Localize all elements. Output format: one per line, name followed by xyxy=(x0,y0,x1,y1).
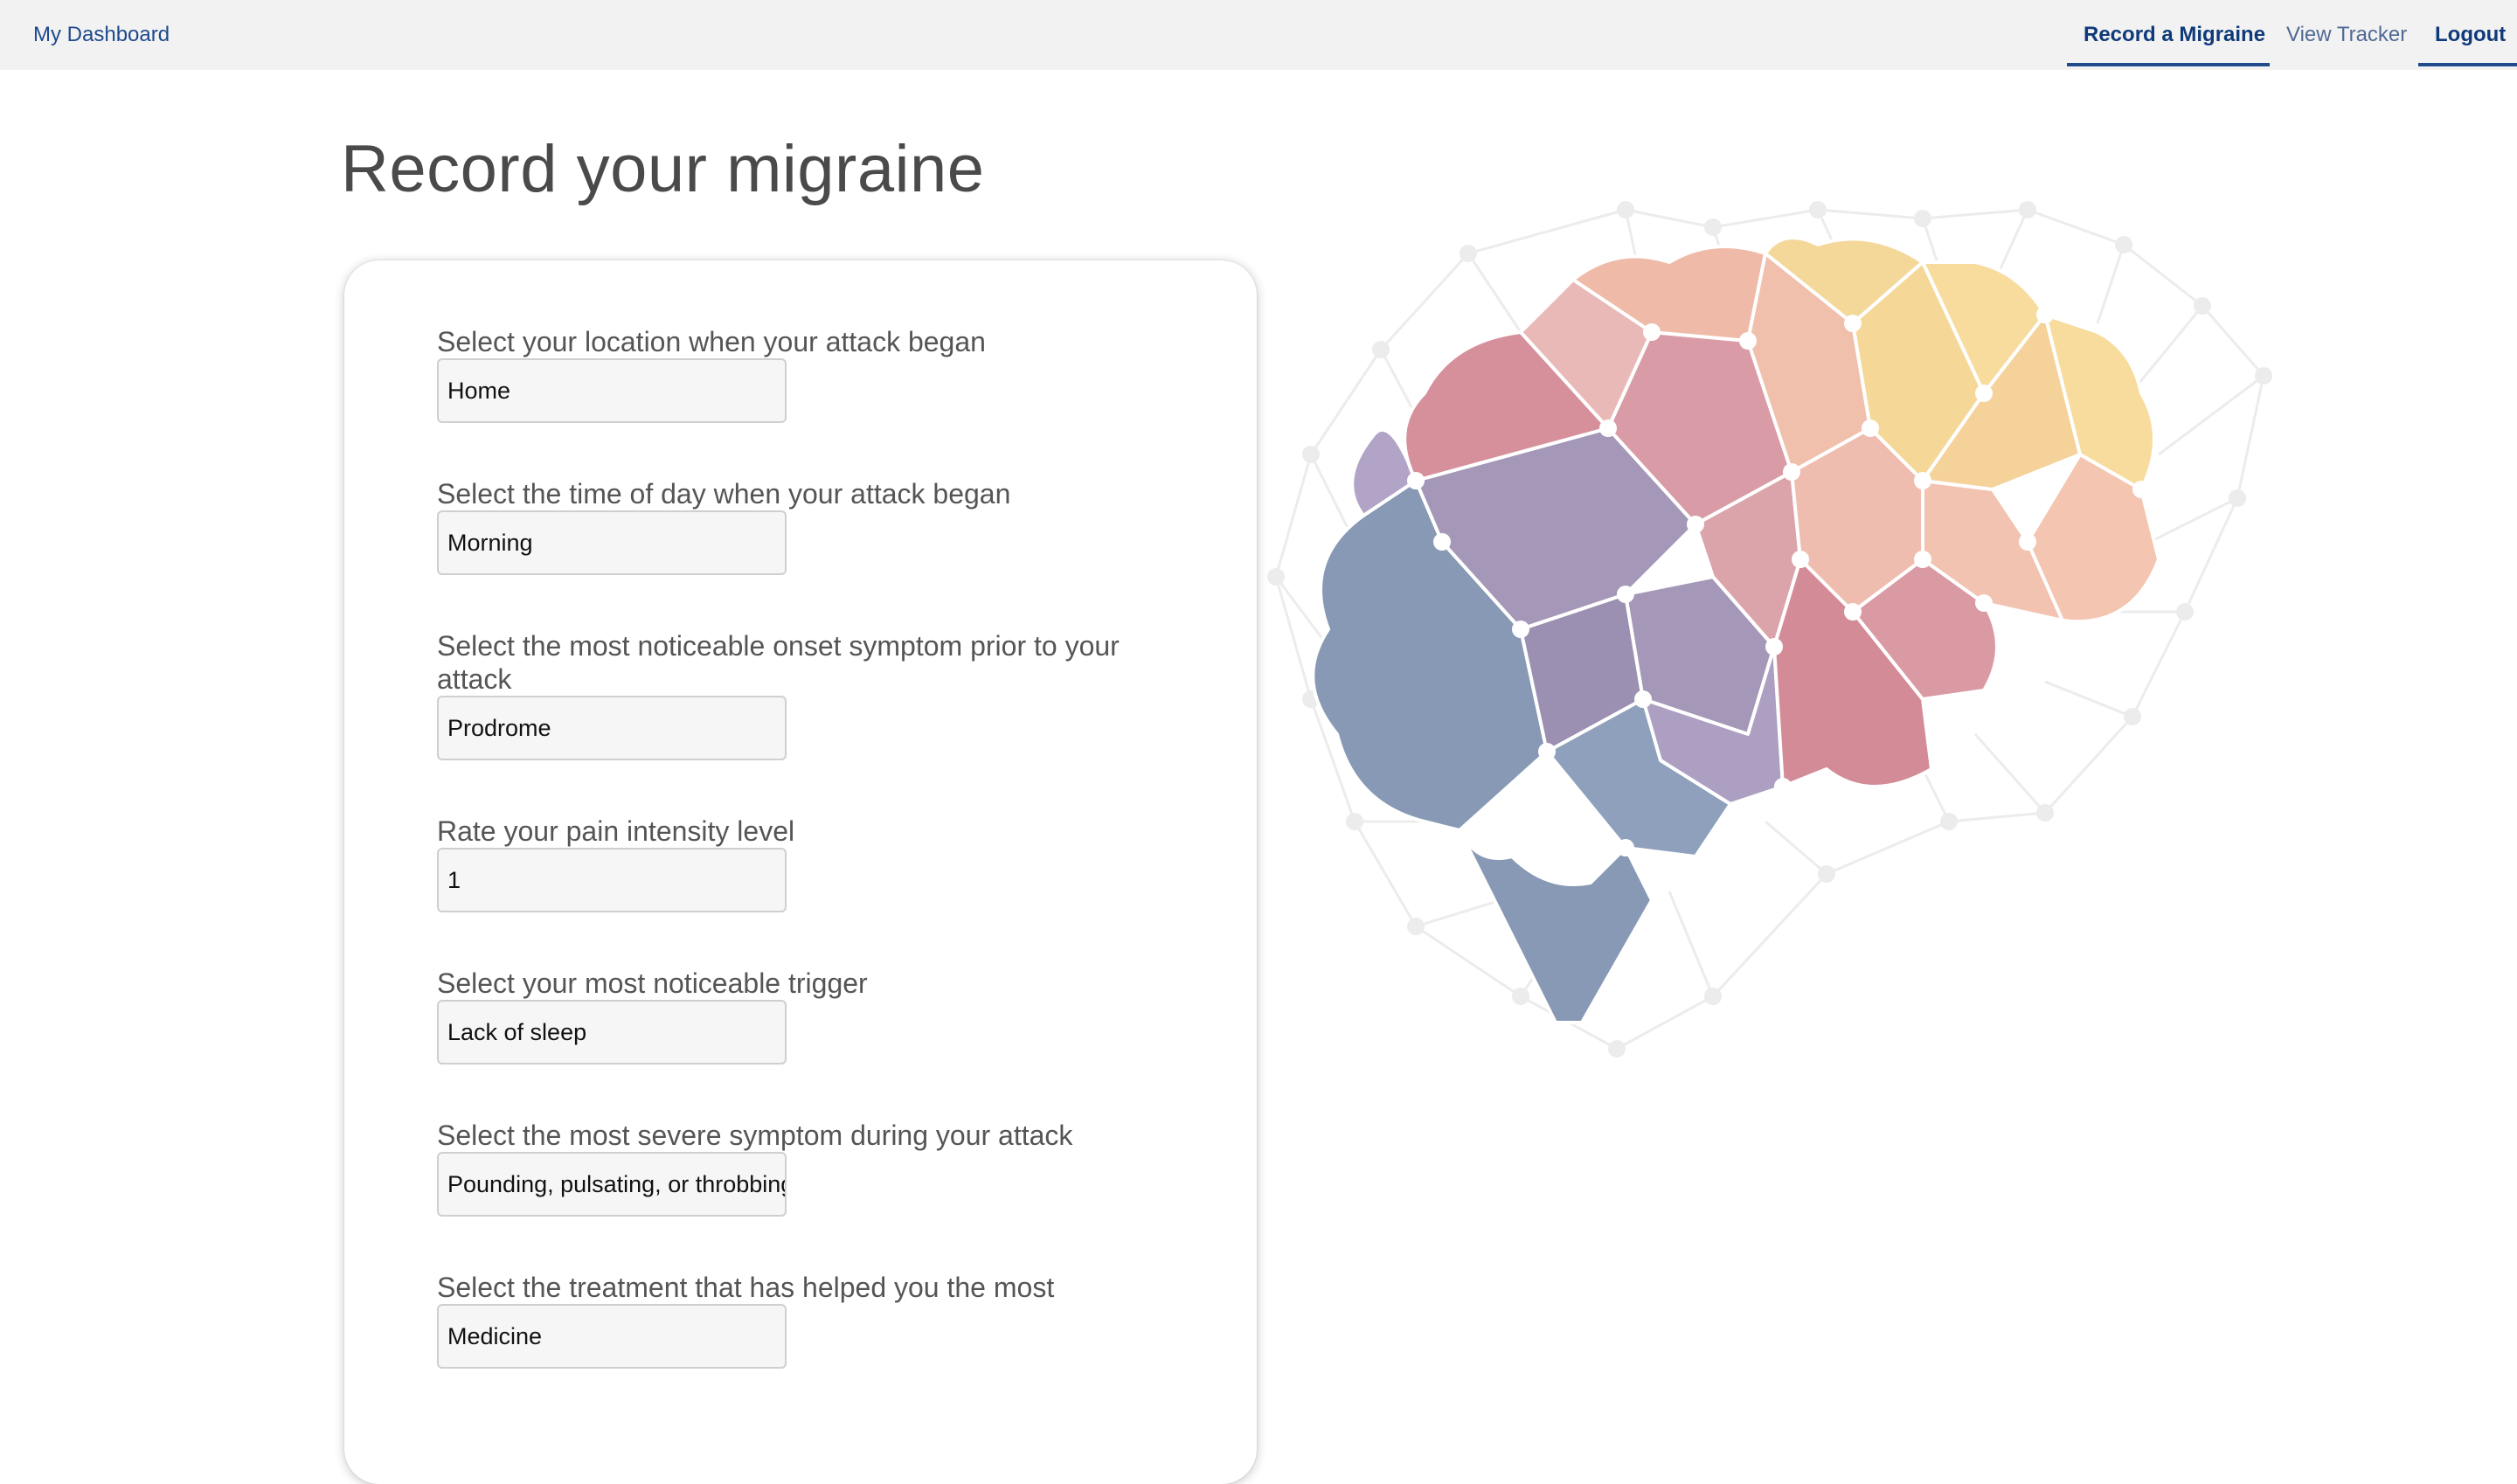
dashboard-link[interactable]: My Dashboard xyxy=(33,23,170,47)
time-of-day-select[interactable]: Morning xyxy=(437,510,787,575)
trigger-label: Select your most noticeable trigger xyxy=(437,967,868,999)
treatment-select[interactable]: Medicine xyxy=(437,1304,787,1369)
brain-illustration xyxy=(1267,201,2272,1058)
location-label: Select your location when your attack be… xyxy=(437,326,986,357)
logout-active-indicator xyxy=(2418,63,2517,66)
onset-symptom-select[interactable]: Prodrome xyxy=(437,696,787,760)
time-of-day-label: Select the time of day when your attack … xyxy=(437,478,1011,510)
view-tracker-link[interactable]: View Tracker xyxy=(2286,23,2407,47)
logout-link[interactable]: Logout xyxy=(2435,23,2506,47)
treatment-label: Select the treatment that has helped you… xyxy=(437,1272,1055,1303)
record-migraine-link[interactable]: Record a Migraine xyxy=(2084,23,2265,47)
location-select[interactable]: Home xyxy=(437,358,787,423)
top-navbar: My Dashboard Record a Migraine View Trac… xyxy=(0,0,2517,70)
onset-symptom-label: Select the most noticeable onset symptom… xyxy=(437,630,1120,695)
severe-symptom-select[interactable]: Pounding, pulsating, or throbbing xyxy=(437,1152,787,1217)
page-title: Record your migraine xyxy=(341,132,985,206)
pain-intensity-label: Rate your pain intensity level xyxy=(437,815,795,847)
severe-symptom-label: Select the most severe symptom during yo… xyxy=(437,1120,1073,1151)
trigger-select[interactable]: Lack of sleep xyxy=(437,1000,787,1064)
pain-intensity-select[interactable]: 1 xyxy=(437,848,787,912)
record-migraine-active-indicator xyxy=(2067,63,2270,66)
